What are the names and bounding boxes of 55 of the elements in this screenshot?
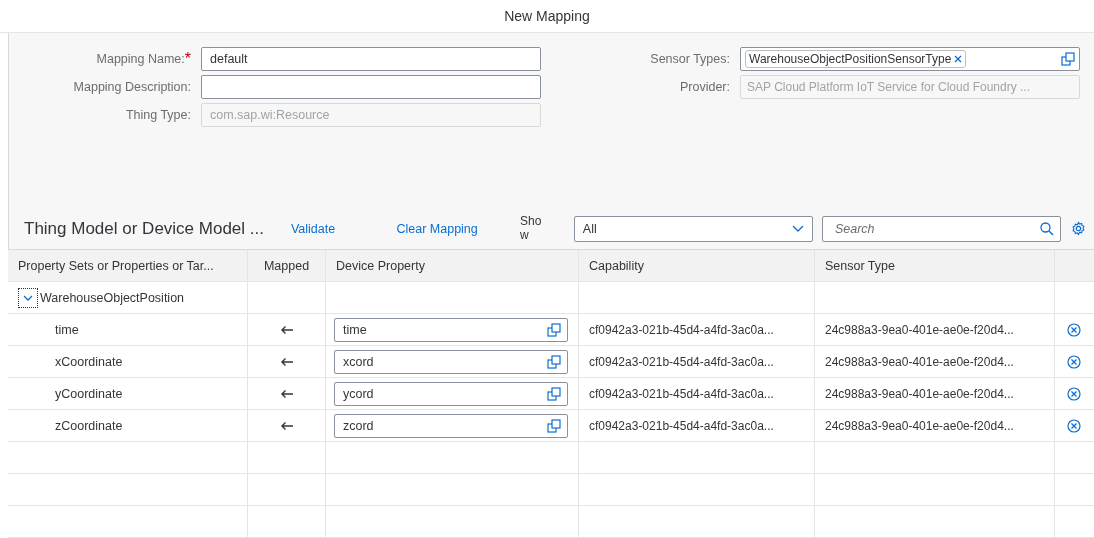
device-property-field[interactable]: xcord (334, 349, 568, 374)
chevron-icon (791, 225, 804, 232)
token[interactable]: WarehouseObjectPositionSensorType (745, 50, 967, 68)
search-field[interactable]: Search (821, 215, 1062, 242)
capability-cell: cf0942a3-021b-45d4-a4fd-3ac0a... (589, 386, 774, 401)
value-help-icon[interactable] (547, 322, 561, 337)
field-label: Thing Type: (125, 108, 191, 122)
device-property-field[interactable]: time (334, 317, 568, 342)
search-icon[interactable] (1040, 221, 1055, 236)
sensor-type-cell: 24c988a3-9ea0-401e-ae0e-f20d4... (825, 386, 1014, 401)
value-help-icon[interactable] (547, 354, 561, 369)
close-icon[interactable] (954, 55, 963, 63)
remove-icon[interactable] (1067, 418, 1081, 433)
toolbar-link[interactable]: Validate (290, 221, 397, 236)
property-name: yCoordinate (54, 386, 123, 401)
search-input[interactable]: Search (832, 220, 1041, 237)
device-property-field[interactable]: zcord (334, 413, 568, 438)
sensor-type-cell: 24c988a3-9ea0-401e-ae0e-f20d4... (825, 322, 1014, 337)
capability-cell: cf0942a3-021b-45d4-a4fd-3ac0a... (589, 354, 774, 369)
remove-icon[interactable] (1067, 386, 1081, 401)
capability-cell: cf0942a3-021b-45d4-a4fd-3ac0a... (589, 322, 774, 337)
remove-icon[interactable] (1067, 354, 1081, 369)
show-select[interactable]: All (573, 215, 813, 242)
toolbar-link[interactable]: Clear Mapping (396, 221, 520, 236)
field-label: Mapping Name: (96, 52, 185, 66)
text-field[interactable]: default (201, 47, 541, 71)
expand-toggle[interactable] (18, 287, 38, 308)
required-mark: * (184, 50, 191, 68)
value-help-icon[interactable] (547, 386, 561, 401)
sensor-type-cell: 24c988a3-9ea0-401e-ae0e-f20d4... (825, 354, 1014, 369)
field-label: Mapping Description: (73, 80, 191, 94)
device-property-field[interactable]: ycord (334, 381, 568, 406)
show-label: Show (519, 215, 543, 242)
field-label: Sensor Types: (649, 52, 731, 66)
remove-icon[interactable] (1067, 322, 1081, 337)
group-name: WarehouseObjectPosition (40, 290, 185, 305)
field-label: Provider: (678, 80, 731, 94)
capability-cell: cf0942a3-021b-45d4-a4fd-3ac0a... (589, 418, 774, 433)
text-field[interactable] (201, 75, 541, 99)
property-name: xCoordinate (54, 354, 123, 369)
chevron-icon (23, 294, 33, 301)
property-name: time (54, 322, 79, 337)
column-header: Property Sets or Properties or Tar... (18, 258, 214, 273)
settings-icon[interactable] (1071, 221, 1086, 236)
value-help-icon[interactable] (1061, 52, 1075, 66)
sensor-type-cell: 24c988a3-9ea0-401e-ae0e-f20d4... (825, 418, 1014, 433)
column-header: Capability (589, 258, 644, 273)
column-header: Device Property (336, 258, 425, 273)
value-help-icon[interactable] (547, 418, 561, 433)
sensor-types-field[interactable]: WarehouseObjectPositionSensorType (740, 47, 1080, 71)
table-title: Thing Model or Device Model ... (23, 218, 265, 239)
property-name: zCoordinate (54, 418, 123, 433)
column-header: Sensor Type (825, 258, 895, 273)
dialog-title: New Mapping (504, 8, 590, 24)
column-header: Mapped (263, 258, 310, 273)
